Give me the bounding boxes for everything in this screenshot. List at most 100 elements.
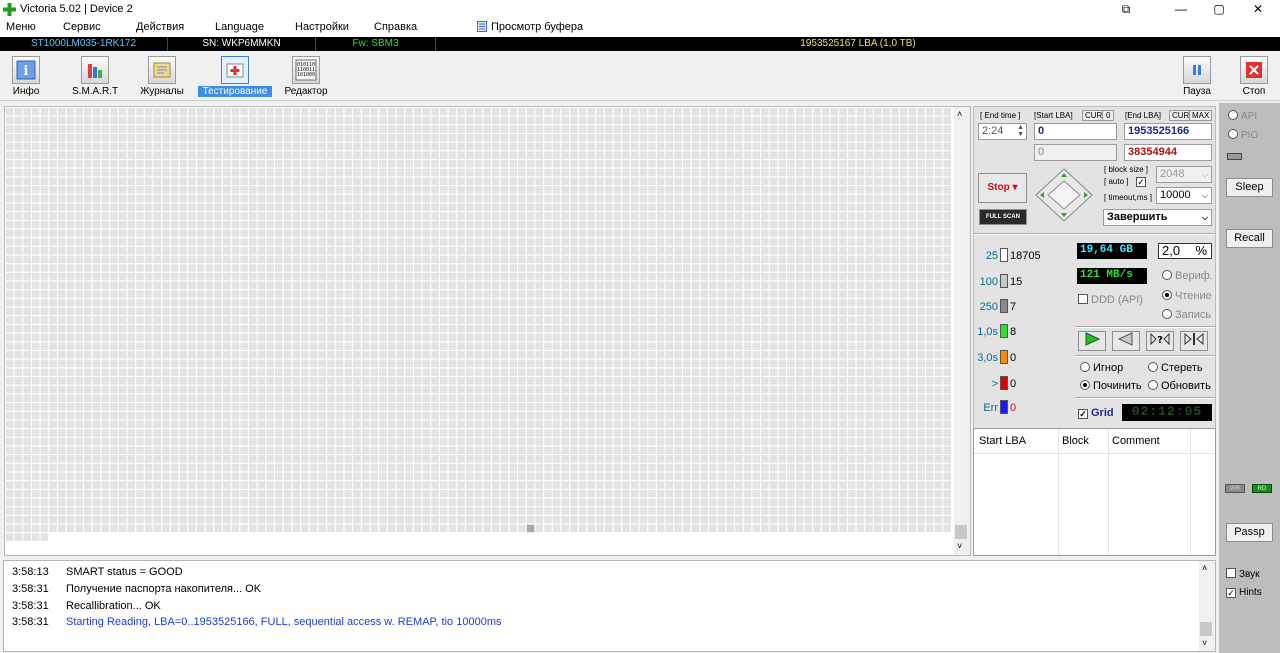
stop-button[interactable]: Стоп — [1237, 56, 1271, 97]
buffer-view-link[interactable]: Просмотр буфера — [491, 21, 583, 33]
scan-block — [318, 394, 326, 402]
tab-smart[interactable]: S.M.A.R.T — [70, 56, 120, 97]
scan-block — [492, 437, 500, 446]
scan-block — [396, 455, 405, 463]
scan-block — [309, 125, 318, 133]
scan-block — [526, 429, 535, 437]
restore-icon[interactable]: ⧉ — [1107, 0, 1145, 19]
scan-block — [249, 498, 257, 507]
menu-item-service[interactable]: Сервис — [63, 21, 101, 33]
menu-item-help[interactable]: Справка — [374, 21, 417, 33]
scan-block — [761, 394, 769, 402]
scan-block — [431, 229, 439, 238]
scan-block — [387, 220, 396, 229]
menu-item-menu[interactable]: Меню — [6, 21, 36, 33]
scan-block — [561, 177, 570, 185]
tab-logs[interactable]: Журналы — [137, 56, 187, 97]
scan-block — [136, 246, 144, 255]
scan-block — [709, 203, 717, 211]
scan-block — [717, 272, 726, 281]
scan-block — [630, 377, 639, 385]
scan-block — [596, 437, 604, 446]
scan-block — [926, 220, 934, 229]
scan-block — [735, 385, 743, 394]
scan-block — [257, 455, 266, 463]
scan-block — [205, 203, 214, 211]
scan-block — [58, 298, 66, 307]
scan-block — [283, 134, 292, 142]
maximize-button[interactable]: ▢ — [1200, 0, 1238, 19]
scan-block — [891, 342, 899, 350]
scan-block — [422, 333, 431, 342]
scan-block — [361, 125, 370, 133]
scan-block — [75, 203, 83, 211]
tab-info[interactable]: i Инфо — [6, 56, 46, 97]
scan-block — [413, 429, 422, 437]
scan-block — [795, 437, 804, 446]
scan-block — [683, 420, 691, 428]
scan-block — [769, 316, 778, 324]
scan-block — [283, 342, 292, 350]
scan-block — [657, 316, 665, 324]
scan-block — [570, 489, 578, 498]
scan-block — [700, 194, 708, 203]
scan-block — [92, 142, 101, 151]
scan-block — [717, 342, 726, 350]
scan-block — [240, 134, 248, 142]
menu-item-settings[interactable]: Настройки — [295, 21, 349, 33]
scan-block — [821, 368, 830, 376]
scan-block — [578, 281, 587, 290]
scan-block — [934, 463, 943, 472]
scan-block — [457, 403, 465, 411]
scan-block — [144, 220, 153, 229]
scan-block — [795, 238, 804, 246]
scan-block — [14, 455, 23, 463]
scan-block — [440, 212, 448, 220]
scan-block — [657, 142, 665, 151]
scan-block — [847, 108, 856, 116]
scan-block — [743, 481, 752, 489]
scan-block — [700, 168, 708, 177]
scan-block — [917, 255, 925, 264]
scan-block — [318, 420, 326, 428]
minimize-button[interactable]: — — [1162, 0, 1200, 19]
scan-block — [387, 333, 396, 342]
scan-block — [110, 281, 118, 290]
scan-block — [396, 342, 405, 350]
scan-block — [75, 142, 83, 151]
scan-block — [387, 472, 396, 481]
scan-block — [318, 342, 326, 350]
scan-block — [283, 333, 292, 342]
scan-block — [804, 446, 813, 455]
scan-block — [804, 394, 813, 402]
tab-editor[interactable]: 010110 110011 101000 Редактор — [282, 56, 330, 97]
scan-block — [518, 134, 526, 142]
scan-block — [509, 151, 517, 159]
scan-block — [266, 333, 274, 342]
scan-block — [144, 498, 153, 507]
scan-block — [370, 463, 379, 472]
scan-block — [92, 238, 101, 246]
scan-block — [309, 108, 318, 116]
tab-testing[interactable]: Тестирование — [198, 56, 272, 97]
scan-block — [396, 125, 405, 133]
scan-block — [908, 134, 917, 142]
scan-block — [66, 238, 75, 246]
scan-block — [379, 108, 387, 116]
scan-block — [743, 472, 752, 481]
menu-item-language[interactable]: Language — [215, 21, 264, 33]
pause-button[interactable]: Пауза — [1180, 56, 1214, 97]
scan-block — [466, 220, 474, 229]
scan-block — [648, 489, 656, 498]
scan-block — [934, 160, 943, 168]
scan-block — [518, 325, 526, 333]
menu-item-actions[interactable]: Действия — [136, 21, 184, 33]
scan-block — [188, 168, 196, 177]
scan-block — [448, 463, 457, 472]
scan-block — [813, 481, 821, 489]
close-button[interactable]: ✕ — [1239, 0, 1277, 19]
scan-block — [908, 325, 917, 333]
scan-block — [526, 125, 535, 133]
scan-block — [474, 281, 483, 290]
scan-block — [188, 264, 196, 272]
